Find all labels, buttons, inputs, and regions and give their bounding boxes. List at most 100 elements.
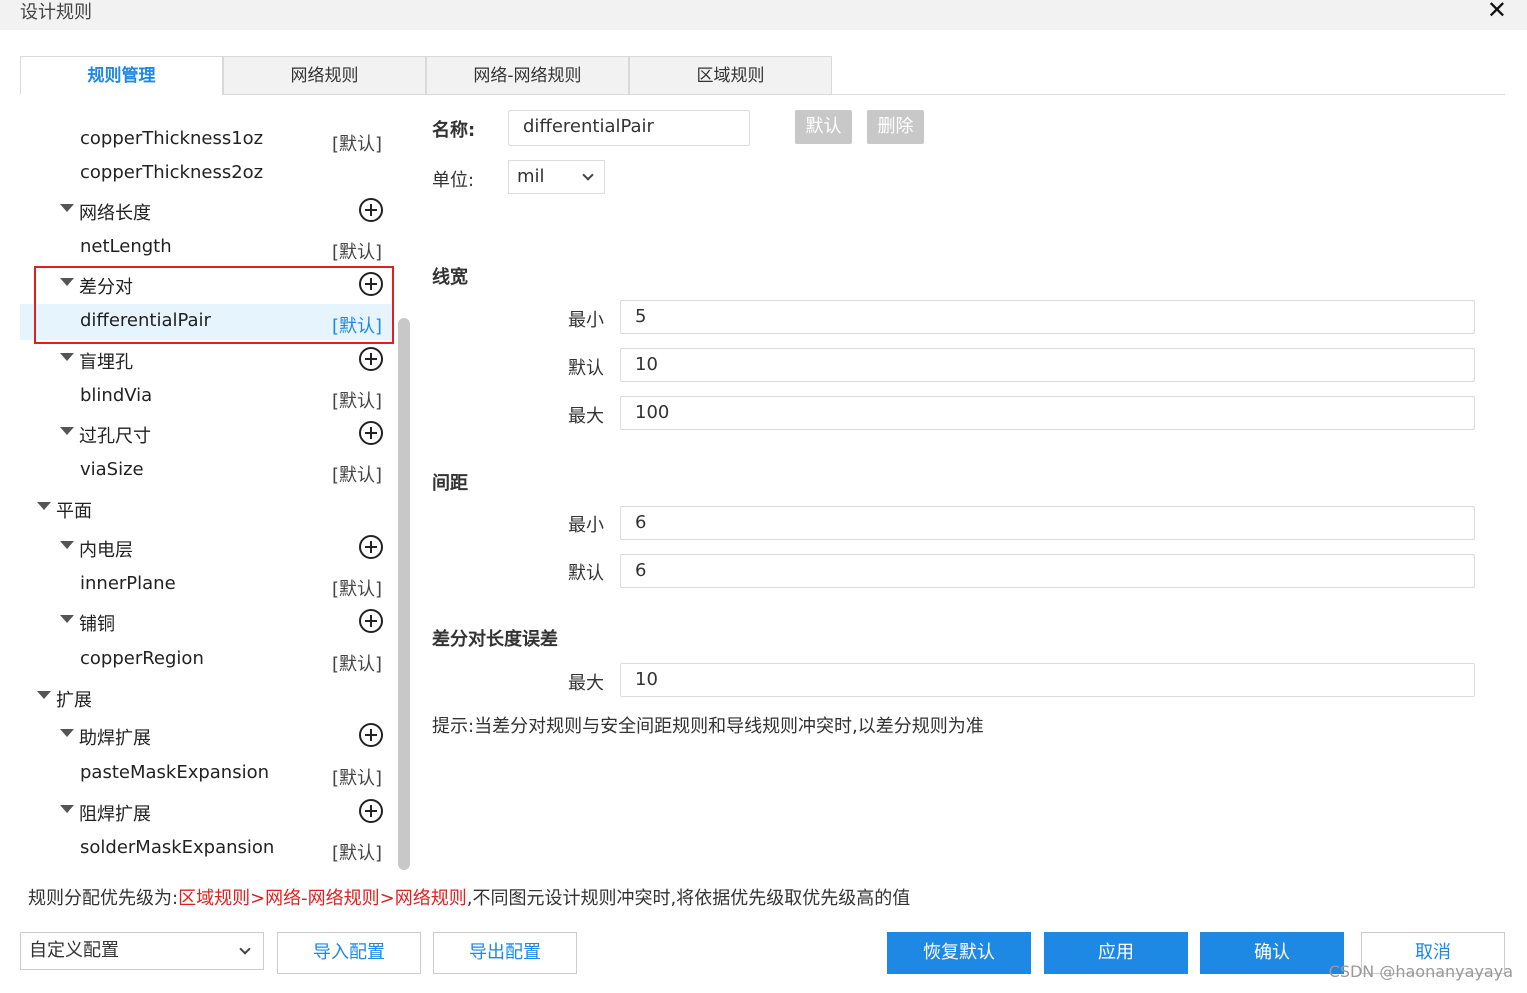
width-section-title: 线宽 bbox=[432, 267, 468, 288]
rule-tree: copperThickness1oz [默认] copperThickness2oz… bbox=[20, 110, 392, 870]
priority-note: 规则分配优先级为:区域规则>网络-网络规则>网络规则,不同图元设计规则冲突时,将… bbox=[28, 884, 910, 910]
tab-region-rules[interactable]: 区域规则 bbox=[629, 56, 832, 95]
length-section-title: 差分对长度误差 bbox=[432, 629, 558, 650]
caret-down-icon[interactable] bbox=[60, 204, 74, 212]
confirm-button[interactable]: 确认 bbox=[1200, 932, 1344, 974]
add-rule-icon[interactable] bbox=[359, 609, 383, 633]
caret-down-icon[interactable] bbox=[37, 502, 51, 510]
config-select[interactable]: 自定义配置 bbox=[20, 932, 264, 970]
tree-group[interactable]: 过孔尺寸 bbox=[20, 416, 392, 452]
add-rule-icon[interactable] bbox=[359, 198, 383, 222]
caret-down-icon[interactable] bbox=[60, 805, 74, 813]
add-rule-icon[interactable] bbox=[359, 723, 383, 747]
tree-rule[interactable]: copperThickness2oz bbox=[20, 156, 392, 192]
width-min-label: 最小 bbox=[568, 310, 604, 331]
default-badge: [默认] bbox=[331, 242, 382, 263]
unit-label: 单位: bbox=[432, 170, 475, 191]
tree-group[interactable]: 内电层 bbox=[20, 530, 392, 566]
width-max-input[interactable]: 100 bbox=[620, 396, 1475, 430]
close-icon[interactable]: ✕ bbox=[1487, 0, 1507, 24]
tab-net-net-rules[interactable]: 网络-网络规则 bbox=[426, 56, 629, 95]
length-max-label: 最大 bbox=[568, 673, 604, 694]
default-badge: [默认] bbox=[331, 391, 382, 412]
default-badge: [默认] bbox=[331, 134, 382, 155]
tree-rule[interactable]: innerPlane [默认] bbox=[20, 567, 392, 603]
spacing-min-label: 最小 bbox=[568, 515, 604, 536]
tree-rule[interactable]: netLength [默认] bbox=[20, 230, 392, 266]
priority-prefix: 规则分配优先级为: bbox=[28, 888, 179, 909]
tree-rule[interactable]: copperRegion [默认] bbox=[20, 642, 392, 678]
name-input[interactable]: differentialPair bbox=[508, 110, 750, 146]
tree-rule[interactable]: blindVia [默认] bbox=[20, 379, 392, 415]
caret-down-icon[interactable] bbox=[60, 278, 74, 286]
unit-select[interactable]: mil bbox=[508, 160, 605, 194]
caret-down-icon[interactable] bbox=[60, 541, 74, 549]
add-rule-icon[interactable] bbox=[359, 272, 383, 296]
caret-down-icon[interactable] bbox=[60, 729, 74, 737]
tree-rule[interactable]: differentialPair [默认] bbox=[20, 304, 392, 340]
tree-group[interactable]: 差分对 bbox=[20, 267, 392, 303]
unit-select-value: mil bbox=[517, 166, 545, 187]
apply-button[interactable]: 应用 bbox=[1044, 932, 1188, 974]
tree-item-label: viaSize bbox=[80, 459, 144, 480]
config-select-value: 自定义配置 bbox=[29, 940, 119, 961]
tree-category[interactable]: 平面 bbox=[20, 491, 392, 527]
caret-down-icon[interactable] bbox=[60, 353, 74, 361]
priority-order: 区域规则>网络-网络规则>网络规则 bbox=[178, 888, 467, 909]
chevron-down-icon bbox=[239, 943, 251, 955]
tree-item-label: solderMaskExpansion bbox=[80, 837, 275, 858]
tree-group[interactable]: 盲埋孔 bbox=[20, 342, 392, 378]
add-rule-icon[interactable] bbox=[359, 799, 383, 823]
tree-item-label: 内电层 bbox=[79, 540, 133, 561]
width-min-input[interactable]: 5 bbox=[620, 300, 1475, 334]
width-default-label: 默认 bbox=[568, 358, 604, 379]
tree-item-label: netLength bbox=[80, 236, 172, 257]
tree-scrollbar[interactable] bbox=[398, 318, 410, 870]
default-button[interactable]: 默认 bbox=[795, 110, 852, 144]
tree-item-label: blindVia bbox=[80, 385, 153, 406]
width-default-input[interactable]: 10 bbox=[620, 348, 1475, 382]
spacing-min-input[interactable]: 6 bbox=[620, 506, 1475, 540]
spacing-section-title: 间距 bbox=[432, 473, 468, 494]
name-label: 名称: bbox=[432, 120, 476, 141]
import-config-button[interactable]: 导入配置 bbox=[277, 932, 421, 974]
watermark: CSDN @haonanyayaya bbox=[1328, 962, 1513, 981]
tree-item-label: 助焊扩展 bbox=[79, 728, 151, 749]
add-rule-icon[interactable] bbox=[359, 535, 383, 559]
export-config-button[interactable]: 导出配置 bbox=[433, 932, 577, 974]
default-badge: [默认] bbox=[331, 465, 382, 486]
caret-down-icon[interactable] bbox=[60, 427, 74, 435]
restore-default-button[interactable]: 恢复默认 bbox=[887, 932, 1031, 974]
tree-group[interactable]: 铺铜 bbox=[20, 604, 392, 640]
spacing-default-label: 默认 bbox=[568, 563, 604, 584]
tree-item-label: 盲埋孔 bbox=[79, 352, 133, 373]
tree-group[interactable]: 助焊扩展 bbox=[20, 718, 392, 754]
add-rule-icon[interactable] bbox=[359, 421, 383, 445]
width-max-label: 最大 bbox=[568, 406, 604, 427]
tab-bar: 规则管理 网络规则 网络-网络规则 区域规则 bbox=[20, 56, 1505, 95]
tree-rule[interactable]: viaSize [默认] bbox=[20, 453, 392, 489]
tree-category[interactable]: 扩展 bbox=[20, 680, 392, 716]
tree-item-label: 平面 bbox=[56, 501, 92, 522]
delete-button[interactable]: 删除 bbox=[867, 110, 924, 144]
add-rule-icon[interactable] bbox=[359, 347, 383, 371]
tree-rule[interactable]: pasteMaskExpansion [默认] bbox=[20, 756, 392, 792]
default-badge: [默认] bbox=[331, 843, 382, 864]
tree-group[interactable]: 网络长度 bbox=[20, 193, 392, 229]
tree-item-label: copperRegion bbox=[80, 648, 204, 669]
length-max-input[interactable]: 10 bbox=[620, 663, 1475, 697]
default-badge: [默认] bbox=[331, 654, 382, 675]
tree-item-label: 网络长度 bbox=[79, 203, 151, 224]
spacing-default-input[interactable]: 6 bbox=[620, 554, 1475, 588]
tree-item-label: 差分对 bbox=[79, 277, 133, 298]
tree-rule[interactable]: copperThickness1oz [默认] bbox=[20, 122, 392, 158]
tab-rule-management[interactable]: 规则管理 bbox=[20, 56, 223, 95]
tree-rule[interactable]: solderMaskExpansion [默认] bbox=[20, 831, 392, 867]
hint-text: 提示:当差分对规则与安全间距规则和导线规则冲突时,以差分规则为准 bbox=[432, 716, 984, 737]
caret-down-icon[interactable] bbox=[37, 691, 51, 699]
caret-down-icon[interactable] bbox=[60, 615, 74, 623]
tree-item-label: 过孔尺寸 bbox=[79, 426, 151, 447]
default-badge: [默认] bbox=[331, 579, 382, 600]
tree-group[interactable]: 阻焊扩展 bbox=[20, 794, 392, 830]
tab-net-rules[interactable]: 网络规则 bbox=[223, 56, 426, 95]
